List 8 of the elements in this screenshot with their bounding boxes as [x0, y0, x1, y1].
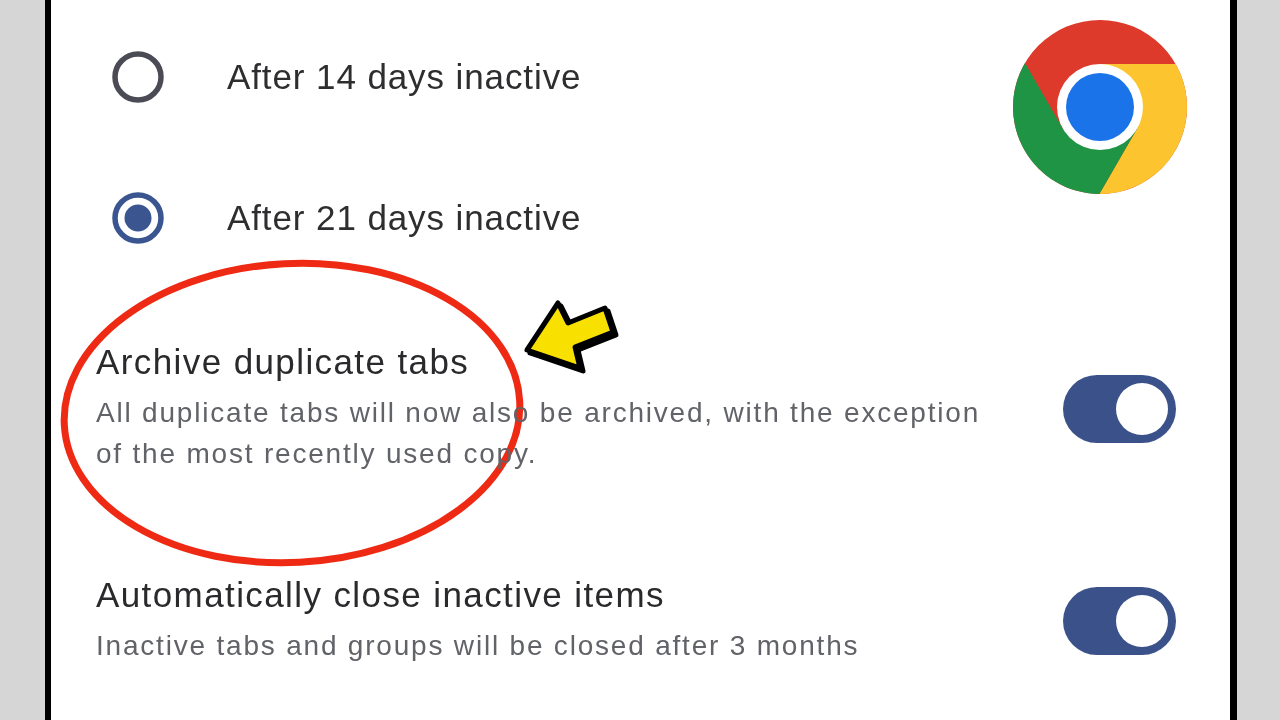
- radio-button[interactable]: [112, 51, 164, 103]
- setting-title: Archive duplicate tabs: [96, 343, 470, 381]
- option-label: After 14 days inactive: [227, 57, 582, 97]
- radio-button[interactable]: [112, 192, 164, 244]
- setting-title: Automatically close inactive items: [96, 576, 665, 614]
- option-label: After 21 days inactive: [227, 198, 582, 238]
- setting-description: Inactive tabs and groups will be closed after 3 months: [96, 629, 860, 663]
- app-logo-icon: [1013, 20, 1187, 194]
